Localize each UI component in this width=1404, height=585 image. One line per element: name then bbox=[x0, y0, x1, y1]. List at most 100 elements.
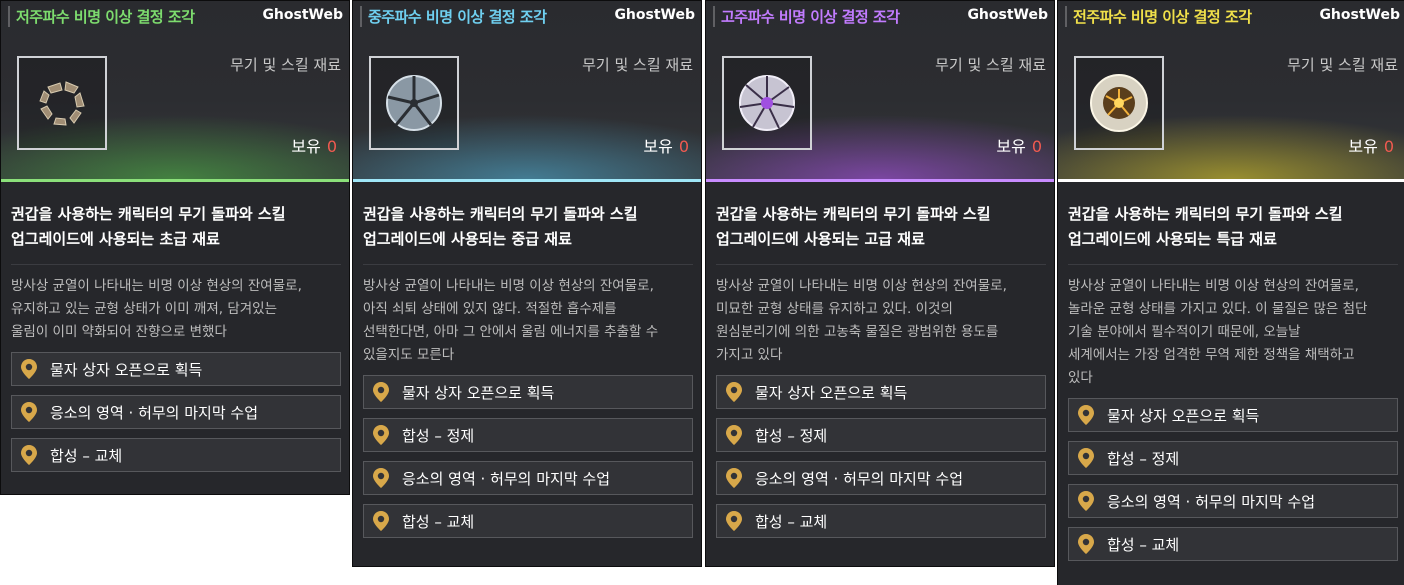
lore-line: 놀라운 균형 상태를 가지고 있다. 이 물질은 많은 첨단 bbox=[1068, 301, 1368, 317]
summary-line: 업그레이드에 사용되는 특급 재료 bbox=[1068, 230, 1277, 248]
item-category: 무기 및 스킬 재료 bbox=[230, 56, 341, 74]
summary-line: 권갑을 사용하는 캐릭터의 무기 돌파와 스킬 bbox=[11, 205, 286, 223]
source-item[interactable]: 응소의 영역 · 허무의 마지막 수업 bbox=[1068, 484, 1398, 518]
owned-count: 보유 0 bbox=[1348, 133, 1394, 157]
item-category: 무기 및 스킬 재료 bbox=[582, 56, 693, 74]
owned-value: 0 bbox=[1383, 137, 1394, 156]
owned-label: 보유 bbox=[996, 137, 1026, 156]
owned-count: 보유 0 bbox=[291, 133, 337, 157]
watermark: GhostWeb bbox=[967, 7, 1048, 23]
map-pin-icon bbox=[726, 511, 742, 531]
map-pin-icon bbox=[21, 445, 37, 465]
owned-label: 보유 bbox=[643, 137, 673, 156]
map-pin-icon bbox=[373, 468, 389, 488]
card-header: 고주파수 비명 이상 결정 조각 GhostWeb 무기 및 스킬 재료 보유 0 bbox=[706, 1, 1054, 182]
watermark: GhostWeb bbox=[614, 7, 695, 23]
source-item[interactable]: 물자 상자 오픈으로 획득 bbox=[11, 352, 341, 386]
map-pin-icon bbox=[21, 359, 37, 379]
source-item[interactable]: 합성 – 정제 bbox=[716, 418, 1046, 452]
card-header: 저주파수 비명 이상 결정 조각 GhostWeb 무기 및 스킬 재료 보유 0 bbox=[1, 1, 349, 182]
lore-line: 방사상 균열이 나타내는 비명 이상 현상의 잔여물로, bbox=[1068, 278, 1359, 294]
item-title: 전주파수 비명 이상 결정 조각 bbox=[1065, 6, 1252, 27]
item-category: 무기 및 스킬 재료 bbox=[1287, 56, 1398, 74]
lore-line: 미묘한 균형 상태를 유지하고 있다. 이것의 bbox=[716, 301, 953, 317]
source-label: 합성 – 교체 bbox=[402, 512, 475, 531]
lore-line: 선택한다면, 아마 그 안에서 울림 에너지를 추출할 수 bbox=[363, 324, 659, 340]
map-pin-icon bbox=[373, 382, 389, 402]
lore-line: 울림이 이미 약화되어 잔향으로 변했다 bbox=[11, 324, 227, 340]
map-pin-icon bbox=[726, 382, 742, 402]
source-item[interactable]: 합성 – 교체 bbox=[1068, 527, 1398, 561]
source-label: 응소의 영역 · 허무의 마지막 수업 bbox=[755, 469, 964, 488]
item-icon-frame bbox=[17, 56, 107, 150]
source-item[interactable]: 응소의 영역 · 허무의 마지막 수업 bbox=[716, 461, 1046, 495]
card-header: 전주파수 비명 이상 결정 조각 GhostWeb 무기 및 스킬 재료 보유 0 bbox=[1058, 1, 1404, 182]
summary-line: 업그레이드에 사용되는 초급 재료 bbox=[11, 230, 220, 248]
item-title: 저주파수 비명 이상 결정 조각 bbox=[8, 6, 195, 27]
item-lore: 방사상 균열이 나타내는 비명 이상 현상의 잔여물로, 유지하고 있는 균형 … bbox=[11, 275, 341, 344]
source-item[interactable]: 물자 상자 오픈으로 획득 bbox=[1068, 398, 1398, 432]
map-pin-icon bbox=[1078, 534, 1094, 554]
source-item[interactable]: 합성 – 정제 bbox=[1068, 441, 1398, 475]
item-card-high: 고주파수 비명 이상 결정 조각 GhostWeb 무기 및 스킬 재료 보유 0 bbox=[705, 0, 1055, 567]
lore-line: 방사상 균열이 나타내는 비명 이상 현상의 잔여물로, bbox=[716, 278, 1007, 294]
source-label: 물자 상자 오픈으로 획득 bbox=[755, 383, 908, 402]
acquire-sources: 물자 상자 오픈으로 획득 합성 – 정제 응소의 영역 · 허무의 마지막 수… bbox=[1068, 398, 1398, 561]
crystal-fragment-low-icon bbox=[39, 81, 85, 126]
owned-value: 0 bbox=[1031, 137, 1042, 156]
source-item[interactable]: 응소의 영역 · 허무의 마지막 수업 bbox=[363, 461, 693, 495]
acquire-sources: 물자 상자 오픈으로 획득 합성 – 정제 응소의 영역 · 허무의 마지막 수… bbox=[716, 375, 1046, 538]
summary-line: 업그레이드에 사용되는 중급 재료 bbox=[363, 230, 572, 248]
source-item[interactable]: 합성 – 정제 bbox=[363, 418, 693, 452]
source-item[interactable]: 합성 – 교체 bbox=[716, 504, 1046, 538]
owned-label: 보유 bbox=[1348, 137, 1378, 156]
lore-line: 방사상 균열이 나타내는 비명 이상 현상의 잔여물로, bbox=[11, 278, 302, 294]
item-card-full: 전주파수 비명 이상 결정 조각 GhostWeb 무기 및 스킬 재료 보유 0… bbox=[1057, 0, 1404, 585]
crystal-fragment-high-icon bbox=[739, 75, 795, 131]
item-summary: 권갑을 사용하는 캐릭터의 무기 돌파와 스킬 업그레이드에 사용되는 중급 재… bbox=[363, 202, 693, 265]
summary-line: 업그레이드에 사용되는 고급 재료 bbox=[716, 230, 925, 248]
lore-line: 유지하고 있는 균형 상태가 이미 깨져, 담겨있는 bbox=[11, 301, 278, 317]
map-pin-icon bbox=[1078, 405, 1094, 425]
lore-line: 있다 bbox=[1068, 370, 1093, 386]
source-label: 합성 – 정제 bbox=[402, 426, 475, 445]
source-item[interactable]: 합성 – 교체 bbox=[363, 504, 693, 538]
watermark: GhostWeb bbox=[262, 7, 343, 23]
source-label: 합성 – 교체 bbox=[50, 446, 123, 465]
source-item[interactable]: 물자 상자 오픈으로 획득 bbox=[363, 375, 693, 409]
map-pin-icon bbox=[1078, 491, 1094, 511]
crystal-fragment-full-icon bbox=[1090, 74, 1148, 132]
owned-value: 0 bbox=[678, 137, 689, 156]
item-summary: 권갑을 사용하는 캐릭터의 무기 돌파와 스킬 업그레이드에 사용되는 고급 재… bbox=[716, 202, 1046, 265]
item-title: 고주파수 비명 이상 결정 조각 bbox=[713, 6, 900, 27]
lore-line: 기술 분야에서 필수적이기 때문에, 오늘날 bbox=[1068, 324, 1301, 340]
item-icon-frame bbox=[722, 56, 812, 150]
item-summary: 권갑을 사용하는 캐릭터의 무기 돌파와 스킬 업그레이드에 사용되는 초급 재… bbox=[11, 202, 341, 265]
map-pin-icon bbox=[726, 468, 742, 488]
owned-count: 보유 0 bbox=[643, 133, 689, 157]
item-lore: 방사상 균열이 나타내는 비명 이상 현상의 잔여물로, 미묘한 균형 상태를 … bbox=[716, 275, 1046, 367]
map-pin-icon bbox=[1078, 448, 1094, 468]
source-label: 물자 상자 오픈으로 획득 bbox=[1107, 406, 1260, 425]
item-summary: 권갑을 사용하는 캐릭터의 무기 돌파와 스킬 업그레이드에 사용되는 특급 재… bbox=[1068, 202, 1398, 265]
owned-count: 보유 0 bbox=[996, 133, 1042, 157]
item-icon-frame bbox=[369, 56, 459, 150]
source-label: 응소의 영역 · 허무의 마지막 수업 bbox=[402, 469, 611, 488]
summary-line: 권갑을 사용하는 캐릭터의 무기 돌파와 스킬 bbox=[1068, 205, 1343, 223]
item-card-low: 저주파수 비명 이상 결정 조각 GhostWeb 무기 및 스킬 재료 보유 0… bbox=[0, 0, 350, 495]
item-lore: 방사상 균열이 나타내는 비명 이상 현상의 잔여물로, 아직 쇠퇴 상태에 있… bbox=[363, 275, 693, 367]
lore-line: 원심분리기에 의한 고농축 물질은 광범위한 용도를 bbox=[716, 324, 999, 340]
item-lore: 방사상 균열이 나타내는 비명 이상 현상의 잔여물로, 놀라운 균형 상태를 … bbox=[1068, 275, 1398, 390]
item-title: 중주파수 비명 이상 결정 조각 bbox=[360, 6, 547, 27]
source-item[interactable]: 합성 – 교체 bbox=[11, 438, 341, 472]
source-label: 합성 – 정제 bbox=[755, 426, 828, 445]
source-item[interactable]: 물자 상자 오픈으로 획득 bbox=[716, 375, 1046, 409]
map-pin-icon bbox=[373, 425, 389, 445]
summary-line: 권갑을 사용하는 캐릭터의 무기 돌파와 스킬 bbox=[716, 205, 991, 223]
acquire-sources: 물자 상자 오픈으로 획득 응소의 영역 · 허무의 마지막 수업 합성 – 교… bbox=[11, 352, 341, 472]
source-item[interactable]: 응소의 영역 · 허무의 마지막 수업 bbox=[11, 395, 341, 429]
item-card-mid: 중주파수 비명 이상 결정 조각 GhostWeb 무기 및 스킬 재료 보유 0… bbox=[352, 0, 702, 567]
source-label: 물자 상자 오픈으로 획득 bbox=[50, 360, 203, 379]
owned-label: 보유 bbox=[291, 137, 321, 156]
lore-line: 있을지도 모른다 bbox=[363, 347, 455, 363]
